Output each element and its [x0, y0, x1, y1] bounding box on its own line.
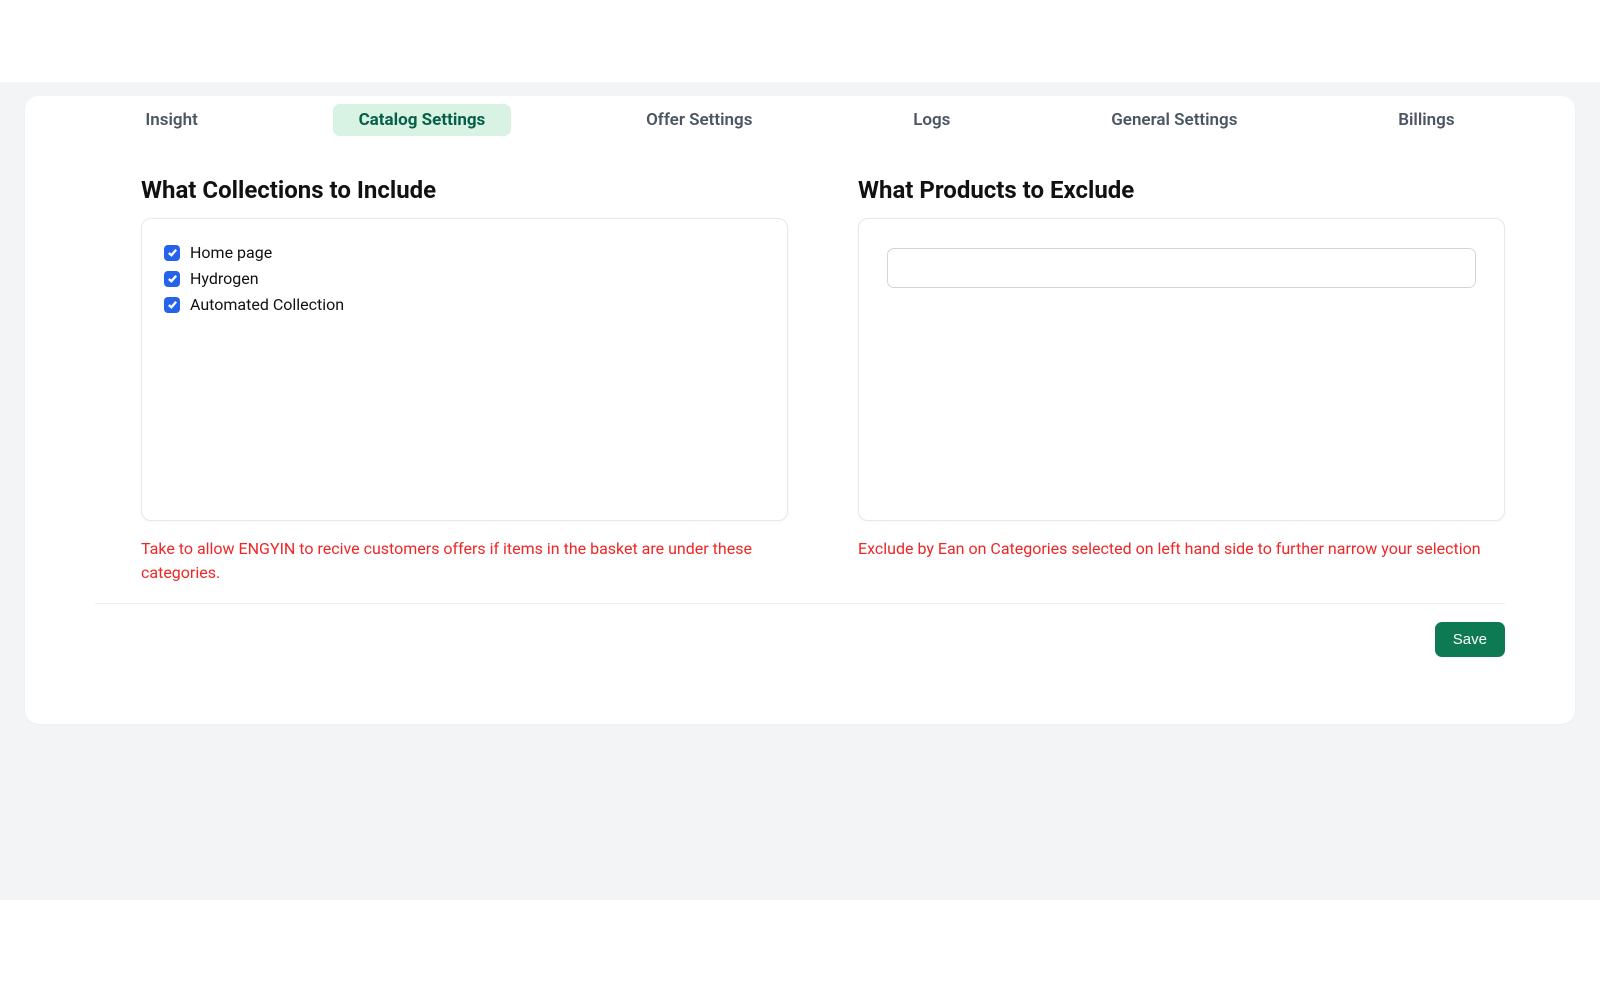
exclude-help-text: Exclude by Ean on Categories selected on… [858, 537, 1505, 561]
tab-general-settings[interactable]: General Settings [1085, 104, 1263, 136]
tabs-bar: Insight Catalog Settings Offer Settings … [25, 96, 1575, 176]
tab-offer-settings[interactable]: Offer Settings [620, 104, 778, 136]
exclude-panel [858, 218, 1505, 521]
include-column: What Collections to Include Home page Hy… [141, 176, 788, 585]
tab-insight[interactable]: Insight [119, 104, 223, 136]
checkbox-icon[interactable] [164, 297, 180, 313]
include-item-hydrogen[interactable]: Hydrogen [164, 269, 765, 288]
save-button[interactable]: Save [1435, 622, 1505, 657]
tab-billings[interactable]: Billings [1372, 104, 1480, 136]
checkbox-icon[interactable] [164, 271, 180, 287]
include-item-label: Hydrogen [190, 269, 259, 288]
tab-catalog-settings[interactable]: Catalog Settings [333, 104, 512, 136]
include-item-label: Automated Collection [190, 295, 344, 314]
include-item-automated-collection[interactable]: Automated Collection [164, 295, 765, 314]
exclude-title: What Products to Exclude [858, 176, 1505, 204]
include-item-home-page[interactable]: Home page [164, 243, 765, 262]
include-help-text: Take to allow ENGYIN to recive customers… [141, 537, 788, 585]
footer: Save [25, 604, 1575, 687]
tab-logs[interactable]: Logs [887, 104, 976, 136]
exclude-input[interactable] [887, 248, 1476, 288]
exclude-column: What Products to Exclude Exclude by Ean … [858, 176, 1505, 585]
checkbox-icon[interactable] [164, 245, 180, 261]
include-panel: Home page Hydrogen Automated Collection [141, 218, 788, 521]
include-title: What Collections to Include [141, 176, 788, 204]
include-item-label: Home page [190, 243, 272, 262]
